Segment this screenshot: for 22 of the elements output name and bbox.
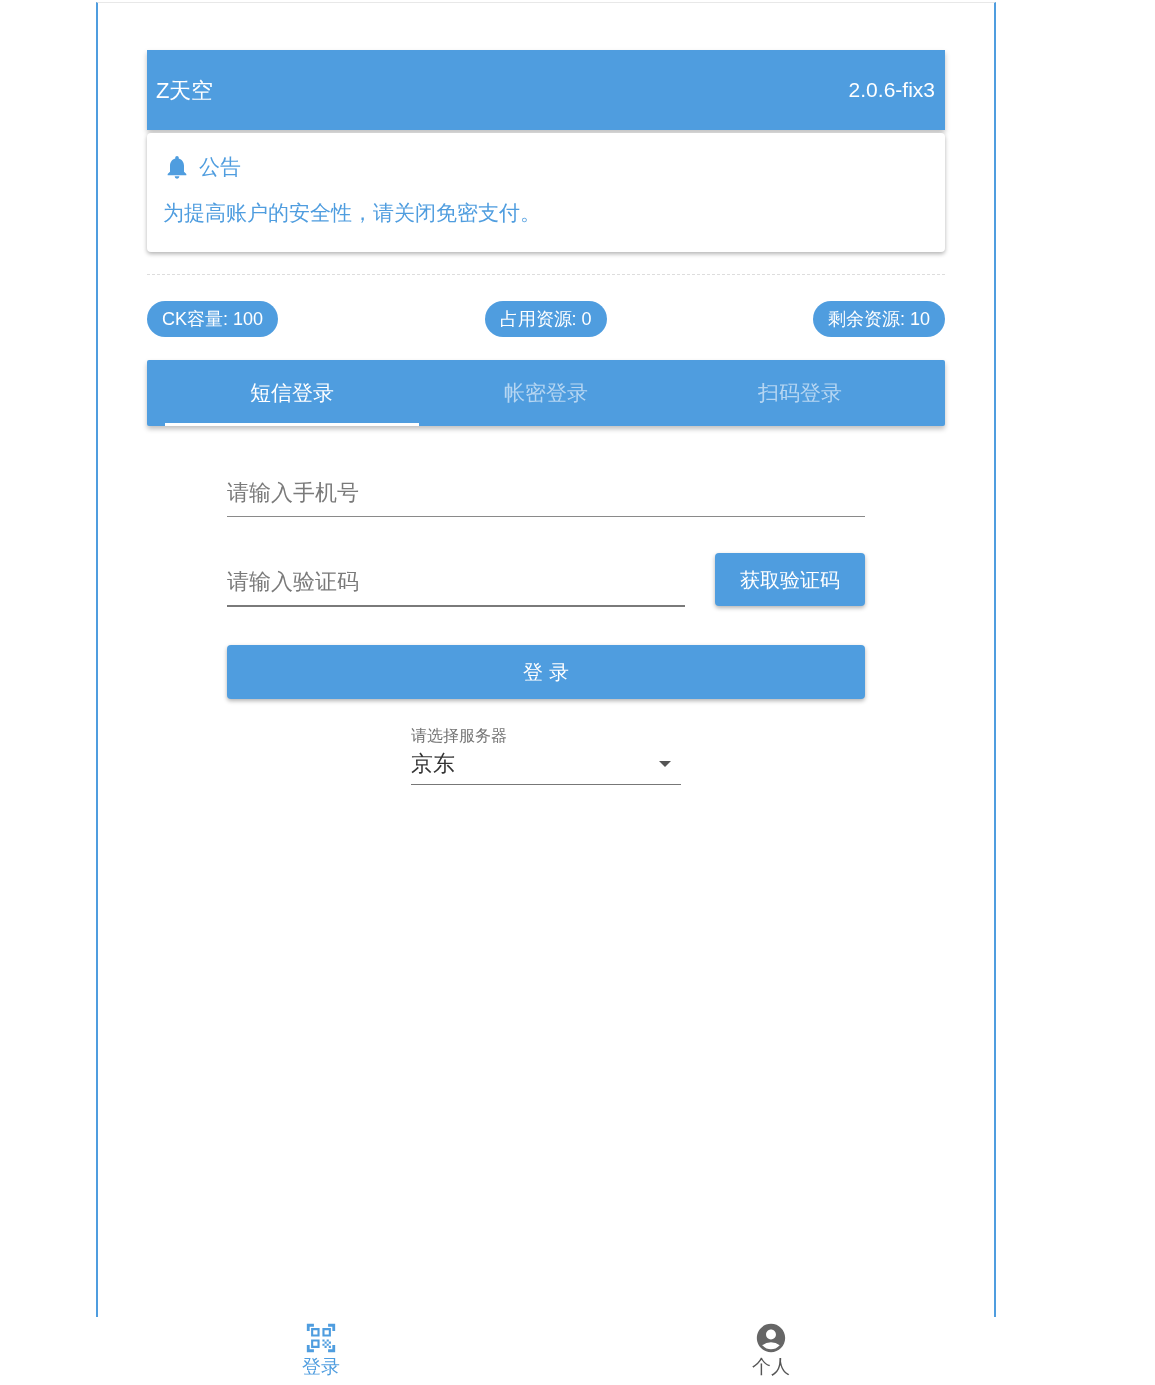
stat-chip: 剩余资源: 10 [812, 301, 945, 337]
notice-text: 为提高账户的安全性，请关闭免密支付。 [163, 199, 542, 226]
qr-code-icon [304, 1321, 338, 1355]
version-label: 2.0.6-fix3 [848, 77, 935, 104]
send-code-button[interactable]: 获取验证码 [715, 553, 865, 606]
login-tab[interactable]: 帐密登录 [419, 360, 673, 426]
dropdown-caret-icon [659, 761, 671, 767]
phone-input[interactable]: 请输入手机号 [227, 470, 865, 517]
bottom-nav-item[interactable]: 个人 [752, 1321, 790, 1379]
login-tab[interactable]: 扫码登录 [673, 360, 927, 426]
login-button[interactable]: 登 录 [227, 645, 865, 699]
code-input[interactable]: 请输入验证码 [227, 559, 685, 607]
login-tab[interactable]: 短信登录 [165, 360, 419, 426]
notice-title: 公告 [199, 154, 241, 180]
server-select[interactable]: 请选择服务器 京东 [411, 726, 681, 785]
stat-chip: CK容量: 100 [147, 301, 279, 337]
select-label: 请选择服务器 [411, 726, 507, 746]
select-value: 京东 [411, 750, 455, 778]
bottom-nav-item[interactable]: 登录 [302, 1321, 340, 1379]
stat-chip: 占用资源: 0 [484, 301, 607, 337]
app-title: Z天空 [156, 76, 214, 105]
user-avatar-icon [754, 1321, 788, 1355]
